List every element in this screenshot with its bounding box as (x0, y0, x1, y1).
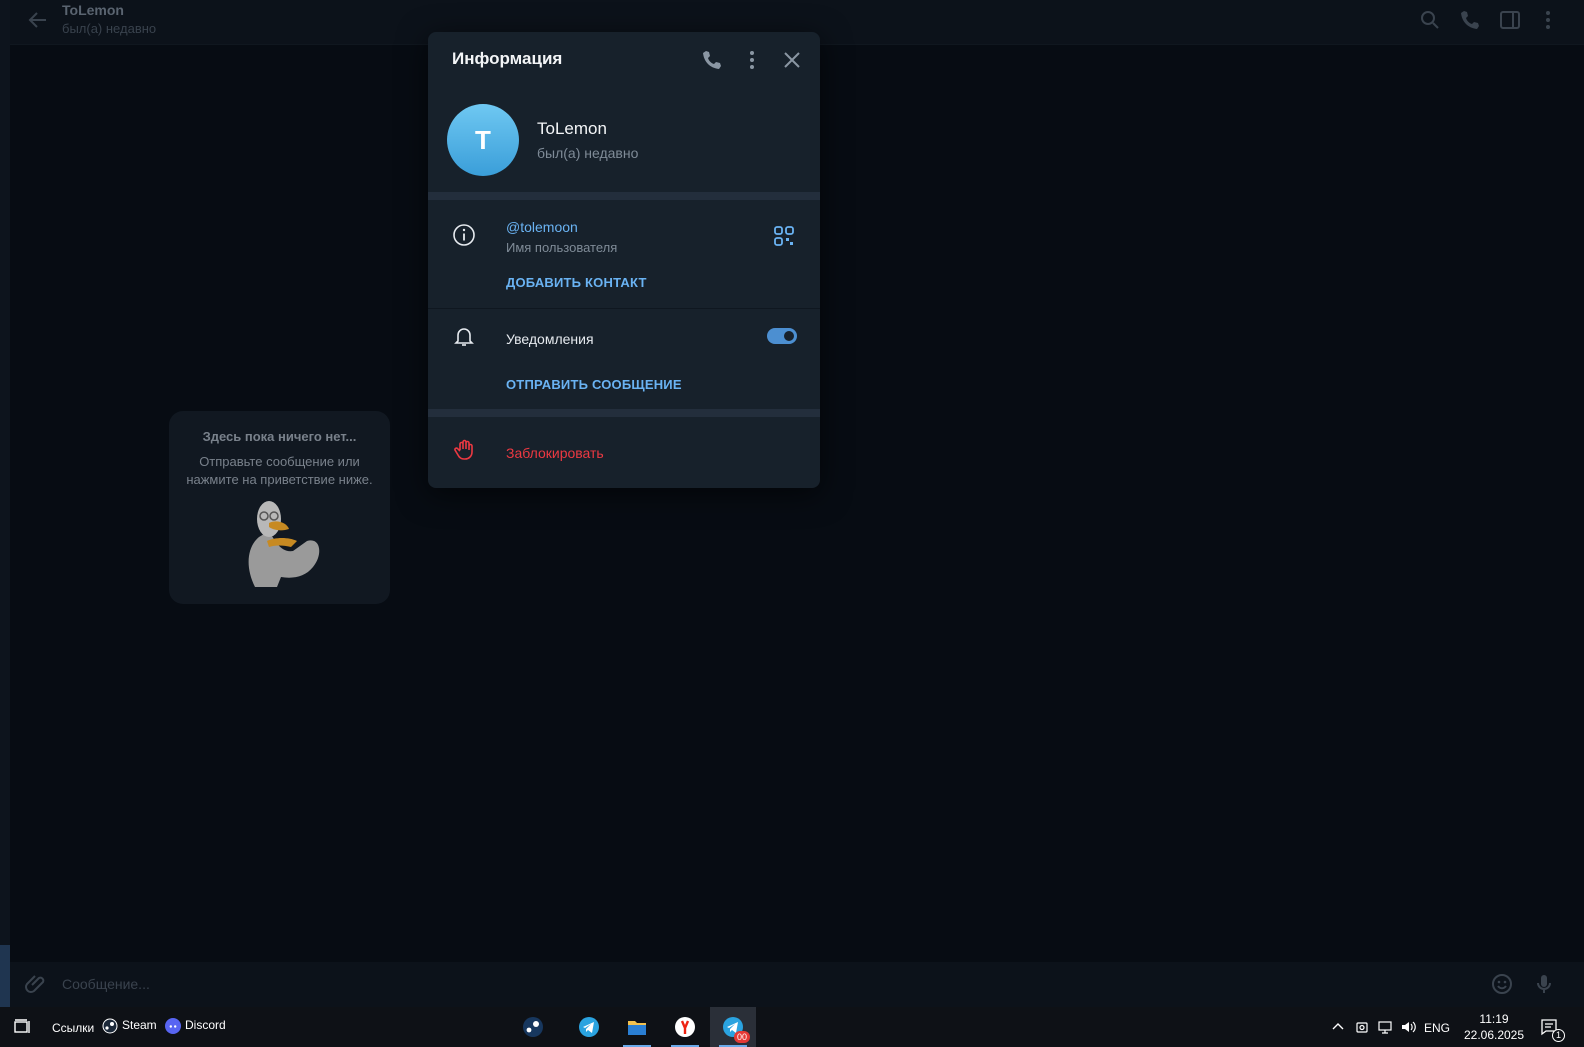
message-input[interactable]: Сообщение... (62, 976, 150, 992)
discord-link[interactable]: Discord (185, 1018, 226, 1032)
empty-chat-hint: Отправьте сообщение или нажмите на приве… (186, 454, 373, 487)
taskbar-telegram-active-app[interactable]: 00 (710, 1007, 756, 1047)
more-vertical-icon[interactable] (740, 48, 764, 72)
profile-name: ToLemon (537, 119, 607, 138)
row-divider (428, 308, 820, 309)
qr-code-icon[interactable] (772, 224, 796, 248)
taskbar-yandex-browser-app[interactable] (662, 1007, 708, 1047)
camera-icon[interactable] (1354, 1019, 1370, 1035)
message-composer: Сообщение... (10, 962, 1584, 1007)
chat-title[interactable]: ToLemon (62, 2, 124, 18)
discord-icon[interactable] (165, 1018, 181, 1034)
bell-icon (454, 328, 474, 346)
windows-taskbar: Ссылки Steam Discord 00 ENG 11:19 22.06.… (0, 1007, 1584, 1047)
emoji-icon[interactable] (1490, 972, 1514, 996)
selected-chat-marker (0, 945, 10, 1007)
more-vertical-icon[interactable] (1536, 8, 1560, 32)
clock-date: 22.06.2025 (1463, 1028, 1525, 1042)
add-contact-button[interactable]: ДОБАВИТЬ КОНТАКТ (506, 275, 647, 290)
steam-icon[interactable] (102, 1018, 118, 1034)
task-view-icon[interactable] (14, 1019, 32, 1035)
steam-icon (523, 1017, 543, 1037)
taskbar-steam-app[interactable] (510, 1007, 556, 1047)
section-divider (428, 192, 820, 200)
username-value[interactable]: @tolemoon (506, 219, 578, 235)
avatar[interactable]: T (447, 104, 519, 176)
notification-count-badge: 1 (1552, 1029, 1565, 1042)
empty-chat-card: Здесь пока ничего нет... Отправьте сообщ… (169, 411, 390, 604)
clock-time: 11:19 (1479, 1012, 1509, 1026)
search-icon[interactable] (1418, 8, 1442, 32)
dialog-title: Информация (452, 49, 563, 68)
phone-icon[interactable] (700, 48, 724, 72)
notifications-toggle[interactable] (767, 328, 797, 344)
chevron-up-icon[interactable] (1330, 1019, 1346, 1035)
volume-icon[interactable] (1400, 1019, 1416, 1035)
close-icon[interactable] (780, 48, 804, 72)
section-divider (428, 409, 820, 417)
username-label: Имя пользователя (506, 240, 618, 255)
back-arrow-icon[interactable] (26, 8, 50, 32)
sidebar-toggle-icon[interactable] (1498, 8, 1522, 32)
microphone-icon[interactable] (1532, 972, 1556, 996)
send-message-button[interactable]: ОТПРАВИТЬ СООБЩЕНИЕ (506, 377, 682, 392)
unread-badge: 00 (734, 1031, 751, 1043)
input-language[interactable]: ENG (1424, 1021, 1450, 1035)
folder-icon (628, 1021, 646, 1035)
attach-icon[interactable] (24, 972, 48, 996)
user-info-dialog: Информация T ToLemon был(а) недавно @tol… (428, 32, 820, 488)
network-icon[interactable] (1377, 1019, 1393, 1035)
notifications-label: Уведомления (506, 331, 594, 347)
block-user-button[interactable]: Заблокировать (506, 445, 604, 461)
yandex-browser-icon (675, 1017, 695, 1037)
taskbar-explorer-app[interactable] (614, 1007, 660, 1047)
block-hand-icon (454, 439, 473, 460)
phone-icon[interactable] (1458, 8, 1482, 32)
empty-chat-heading: Здесь пока ничего нет... (202, 429, 357, 444)
links-toolbar-label[interactable]: Ссылки (52, 1021, 94, 1035)
chat-list-edge (0, 0, 10, 1007)
info-icon (453, 224, 475, 246)
profile-status: был(а) недавно (537, 145, 639, 161)
telegram-icon (579, 1017, 599, 1037)
steam-link[interactable]: Steam (122, 1018, 157, 1032)
taskbar-telegram-app[interactable] (566, 1007, 612, 1047)
chat-status: был(а) недавно (62, 21, 157, 36)
greeting-sticker[interactable] (241, 497, 323, 589)
system-clock[interactable]: 11:19 22.06.2025 (1462, 1011, 1526, 1043)
toggle-knob (782, 329, 796, 343)
